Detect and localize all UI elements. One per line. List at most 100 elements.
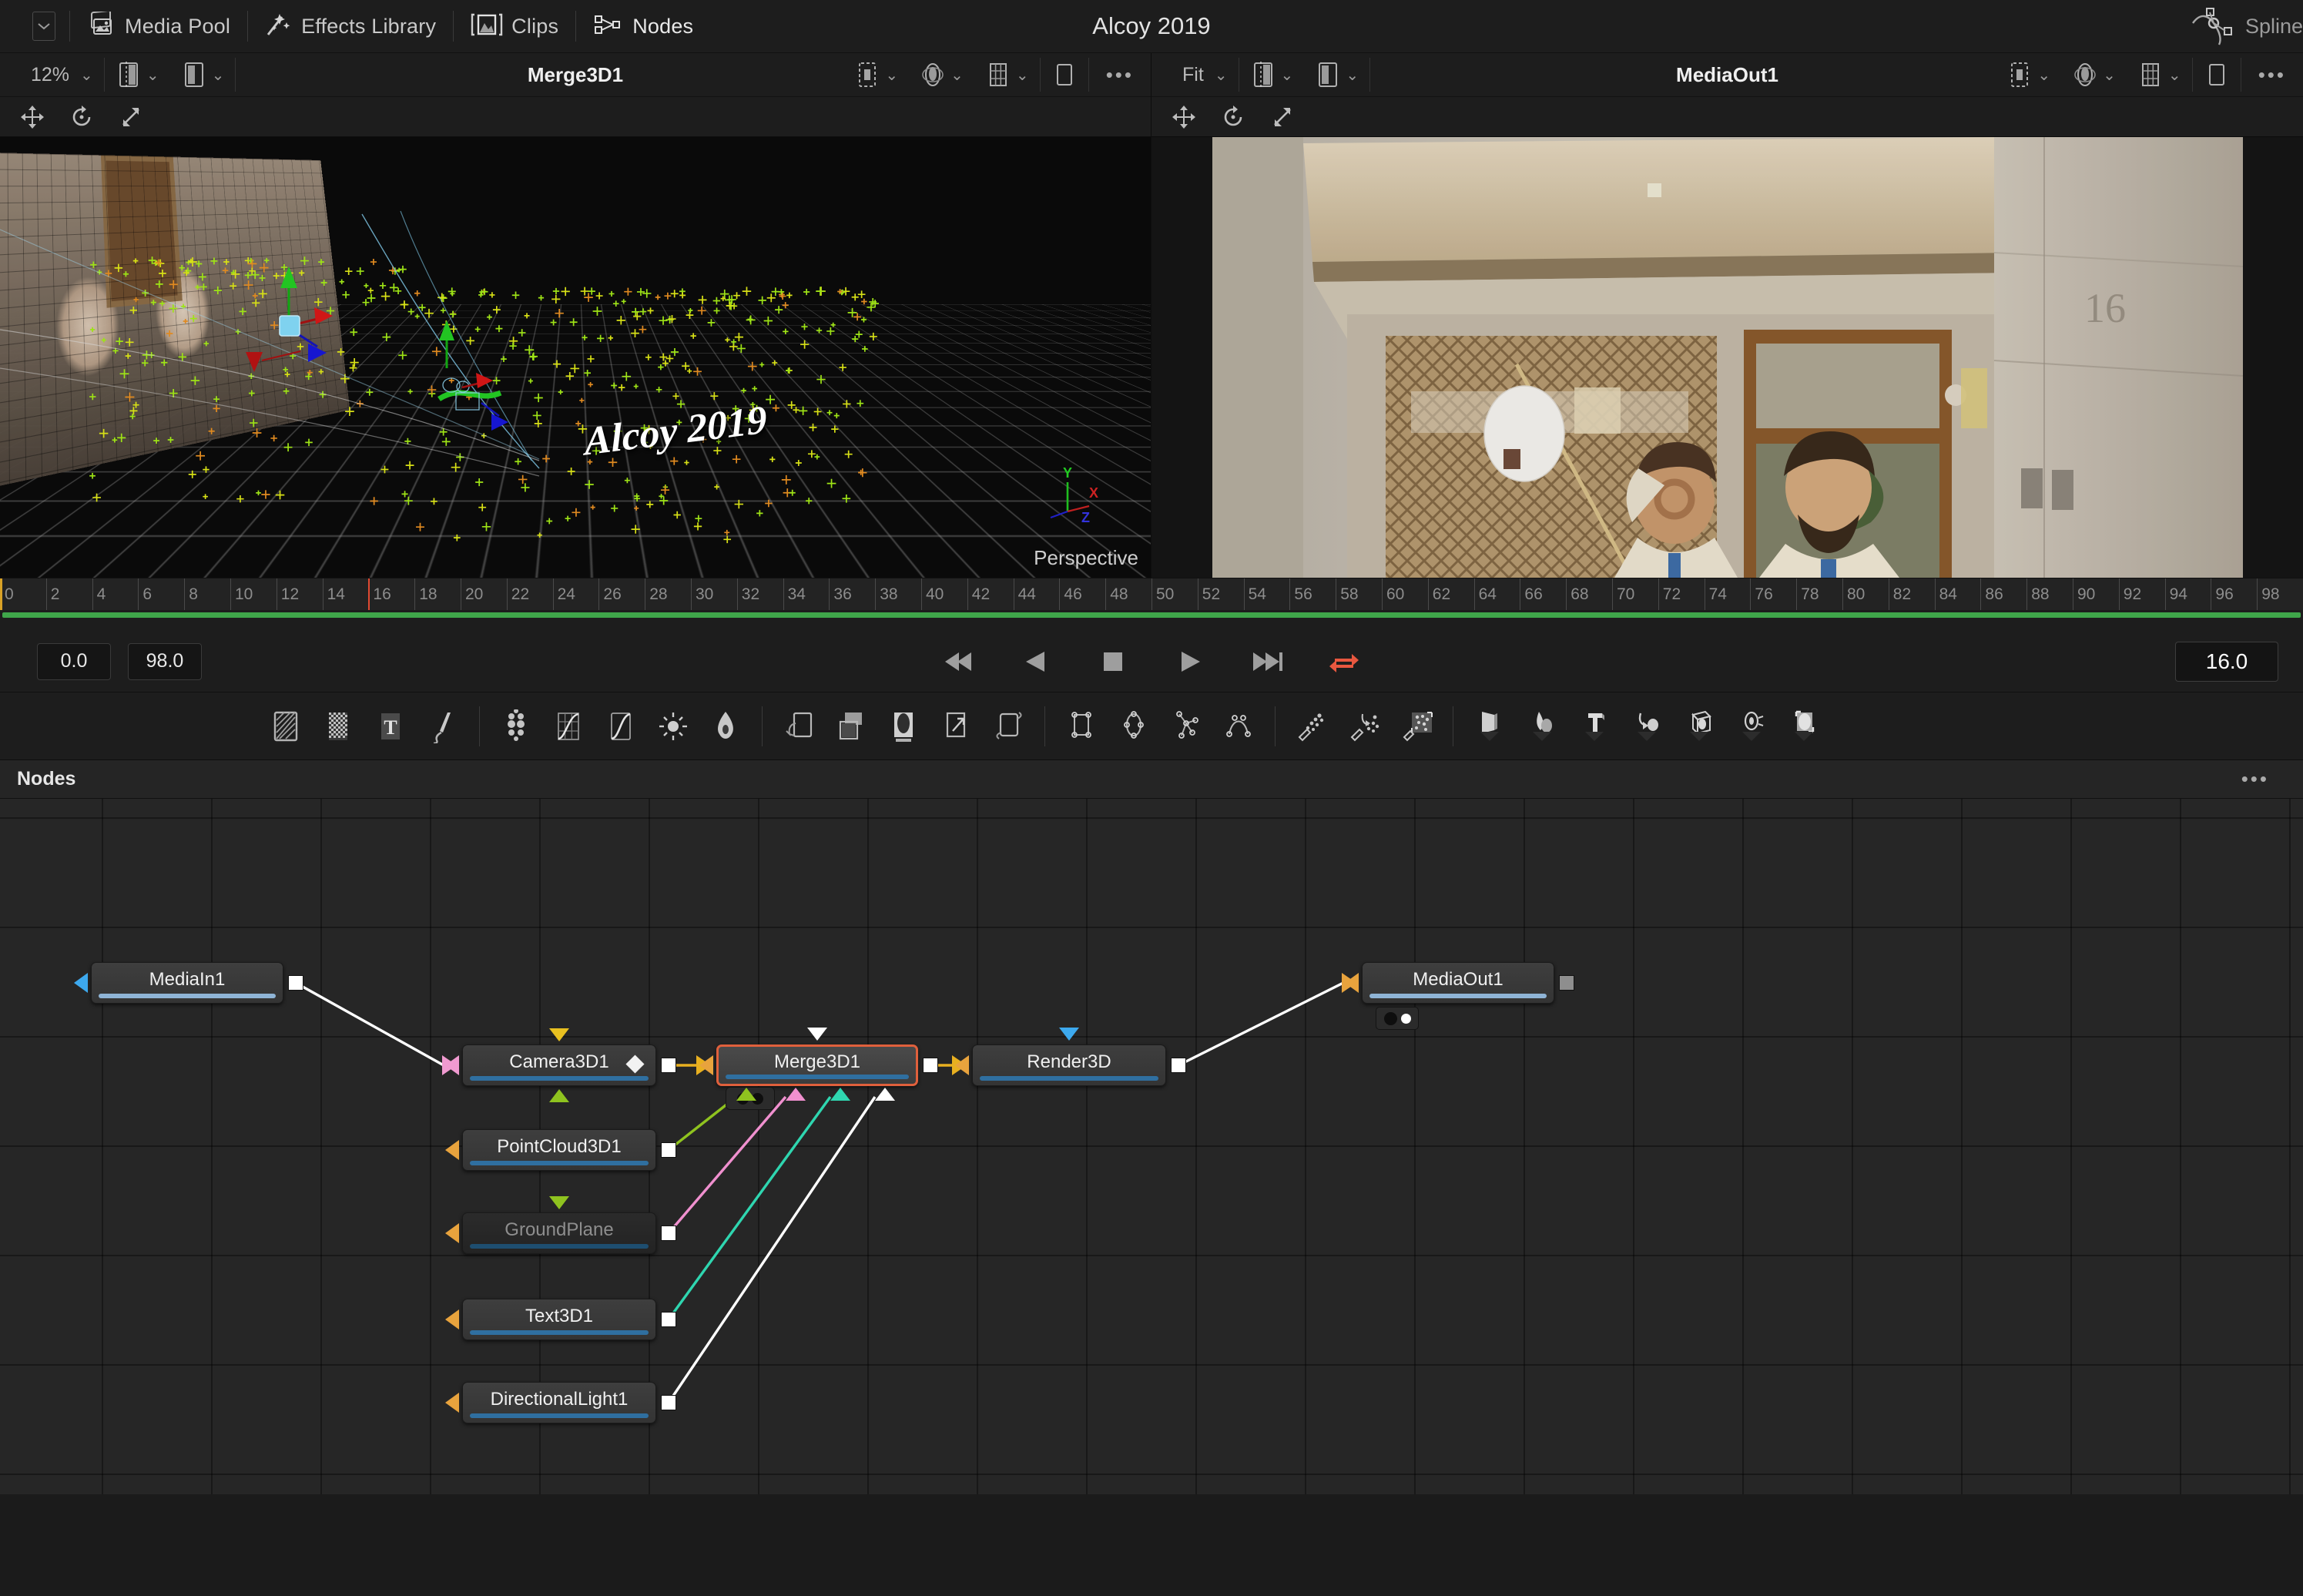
blur-tool-icon[interactable] xyxy=(494,705,538,748)
viewer-dot-left[interactable] xyxy=(1383,1011,1397,1025)
viewer-left-color-gamut-button[interactable]: ⌄ xyxy=(909,53,974,96)
scale-tool-icon[interactable] xyxy=(109,99,153,135)
paint-tool-icon[interactable] xyxy=(421,705,465,748)
node-render3d[interactable]: Render3D xyxy=(972,1044,1166,1086)
node-output-port[interactable] xyxy=(1559,975,1574,991)
dve-tool-icon[interactable] xyxy=(986,705,1031,748)
node-top-port[interactable] xyxy=(1059,1028,1079,1041)
node-input-port[interactable] xyxy=(699,1055,713,1075)
playhead[interactable] xyxy=(368,578,370,610)
brightness-contrast-icon[interactable] xyxy=(651,705,696,748)
resize-tool-icon[interactable] xyxy=(881,705,926,748)
cube-3d-icon[interactable] xyxy=(1677,705,1721,748)
node-groundplane[interactable]: GroundPlane xyxy=(462,1212,656,1254)
shape-3d-icon[interactable] xyxy=(1520,705,1564,748)
node-output-port[interactable] xyxy=(923,1058,938,1073)
polygon-mask-icon[interactable] xyxy=(1164,705,1208,748)
node-input-port[interactable] xyxy=(445,1393,459,1413)
transform-tool-icon[interactable] xyxy=(1162,99,1205,135)
camera-3d-icon[interactable] xyxy=(1729,705,1774,748)
node-input-scene-1[interactable] xyxy=(736,1088,756,1101)
skip-to-start-button[interactable] xyxy=(941,645,977,678)
node-mediain1[interactable]: MediaIn1 xyxy=(91,962,283,1004)
viewer-right-color-gamut-button[interactable]: ⌄ xyxy=(2061,53,2127,96)
bspline-mask-icon[interactable] xyxy=(1216,705,1261,748)
node-top-port[interactable] xyxy=(807,1028,827,1041)
viewer-right-region-button[interactable] xyxy=(2193,53,2241,96)
viewer-right-canvas[interactable]: 16 xyxy=(1152,137,2303,578)
particle-render-icon[interactable] xyxy=(1394,705,1439,748)
node-graph-canvas[interactable]: MediaIn1 Camera3D1 Merge3D1 Render3D MediaOu… xyxy=(0,799,2303,1494)
node-output-port[interactable] xyxy=(661,1395,676,1410)
crop-tool-icon[interactable] xyxy=(829,705,873,748)
viewer-left-more-options-icon[interactable]: ••• xyxy=(1089,63,1151,87)
image-plane-3d-icon[interactable] xyxy=(1467,705,1512,748)
node-pointcloud3d1[interactable]: PointCloud3D1 xyxy=(462,1129,656,1171)
node-input-port[interactable] xyxy=(1345,973,1359,993)
node-output-port[interactable] xyxy=(288,975,303,991)
panel-button-spline[interactable]: Spline xyxy=(2188,3,2303,50)
viewer-left-canvas[interactable]: Alcoy 2019 Y X Z Perspective xyxy=(0,137,1151,578)
viewer-left-zoom-control[interactable]: 12% ⌄ xyxy=(0,53,104,96)
panel-button-nodes[interactable]: Nodes xyxy=(578,0,709,52)
stop-button[interactable] xyxy=(1095,645,1131,678)
node-merge3d1[interactable]: Merge3D1 xyxy=(716,1044,918,1086)
node-output-port[interactable] xyxy=(661,1226,676,1241)
node-top-port[interactable] xyxy=(549,1196,569,1209)
node-output-port[interactable] xyxy=(661,1312,676,1327)
panel-button-effects-library[interactable]: Effects Library xyxy=(250,0,451,52)
viewer-right-split-view-button[interactable]: ⌄ xyxy=(1239,53,1305,96)
node-input-port[interactable] xyxy=(445,1223,459,1243)
panel-button-media-pool[interactable]: Media Pool xyxy=(72,0,246,52)
node-input-scene-2[interactable] xyxy=(786,1088,806,1101)
node-input-port[interactable] xyxy=(74,973,88,993)
particle-emitter-icon[interactable] xyxy=(1289,705,1334,748)
viewer-left-region-button[interactable] xyxy=(1041,53,1088,96)
merge-3d-icon[interactable] xyxy=(1624,705,1669,748)
node-output-port[interactable] xyxy=(661,1058,676,1073)
node-input-scene-3[interactable] xyxy=(830,1088,850,1101)
viewer-right-more-options-icon[interactable]: ••• xyxy=(2241,63,2303,87)
viewer-right-grid-button[interactable]: ⌄ xyxy=(2127,53,2192,96)
node-input-port[interactable] xyxy=(445,1309,459,1329)
scale-tool-icon[interactable] xyxy=(934,705,978,748)
viewer-assign-dots[interactable] xyxy=(1376,1007,1419,1030)
panel-collapse-button[interactable] xyxy=(32,12,55,41)
checker-board-tool-icon[interactable] xyxy=(316,705,360,748)
hue-curves-icon[interactable] xyxy=(703,705,748,748)
node-input-port[interactable] xyxy=(445,1055,459,1075)
render-3d-icon[interactable] xyxy=(1782,705,1826,748)
ellipse-mask-icon[interactable] xyxy=(1111,705,1156,748)
timeline-ruler[interactable]: 0 2 4 6 8 10 12 14 16 18 20 22 24 26 28 30 32 34 36 38 40 42 4… xyxy=(0,578,2303,610)
color-curves-tool-icon[interactable] xyxy=(546,705,591,748)
viewer-left-buffer-button[interactable]: ⌄ xyxy=(170,53,236,96)
in-point-marker[interactable] xyxy=(0,578,2,610)
scale-tool-icon[interactable] xyxy=(1261,99,1304,135)
node-input-scene-4[interactable] xyxy=(875,1088,895,1101)
node-directionallight1[interactable]: DirectionalLight1 xyxy=(462,1382,656,1423)
render-range-bar[interactable] xyxy=(0,610,2303,620)
color-corrector-icon[interactable] xyxy=(598,705,643,748)
viewer-right-buffer-button[interactable]: ⌄ xyxy=(1304,53,1369,96)
viewer-left-grid-button[interactable]: ⌄ xyxy=(974,53,1040,96)
node-top-port[interactable] xyxy=(549,1028,569,1041)
viewer-right-lut-button[interactable]: ⌄ xyxy=(1996,53,2061,96)
rotate-tool-icon[interactable] xyxy=(1212,99,1255,135)
rectangle-mask-icon[interactable] xyxy=(1059,705,1104,748)
text-plus-tool-icon[interactable]: T xyxy=(368,705,413,748)
node-output-port[interactable] xyxy=(1171,1058,1186,1073)
rotate-tool-icon[interactable] xyxy=(60,99,103,135)
node-mediaout1[interactable]: MediaOut1 xyxy=(1362,962,1554,1004)
background-tool-icon[interactable] xyxy=(263,705,308,748)
play-button[interactable] xyxy=(1172,645,1208,678)
transform-tool-icon[interactable] xyxy=(776,705,821,748)
node-bottom-port[interactable] xyxy=(549,1089,569,1102)
viewer-left-lut-button[interactable]: ⌄ xyxy=(843,53,909,96)
node-input-port[interactable] xyxy=(445,1140,459,1160)
skip-to-end-button[interactable] xyxy=(1249,645,1285,678)
node-output-port[interactable] xyxy=(661,1142,676,1158)
viewer-right-zoom-control[interactable]: Fit ⌄ xyxy=(1152,53,1239,96)
node-input-port[interactable] xyxy=(955,1055,969,1075)
nodes-panel-more-options-icon[interactable]: ••• xyxy=(2224,767,2286,791)
text-3d-icon[interactable] xyxy=(1572,705,1617,748)
